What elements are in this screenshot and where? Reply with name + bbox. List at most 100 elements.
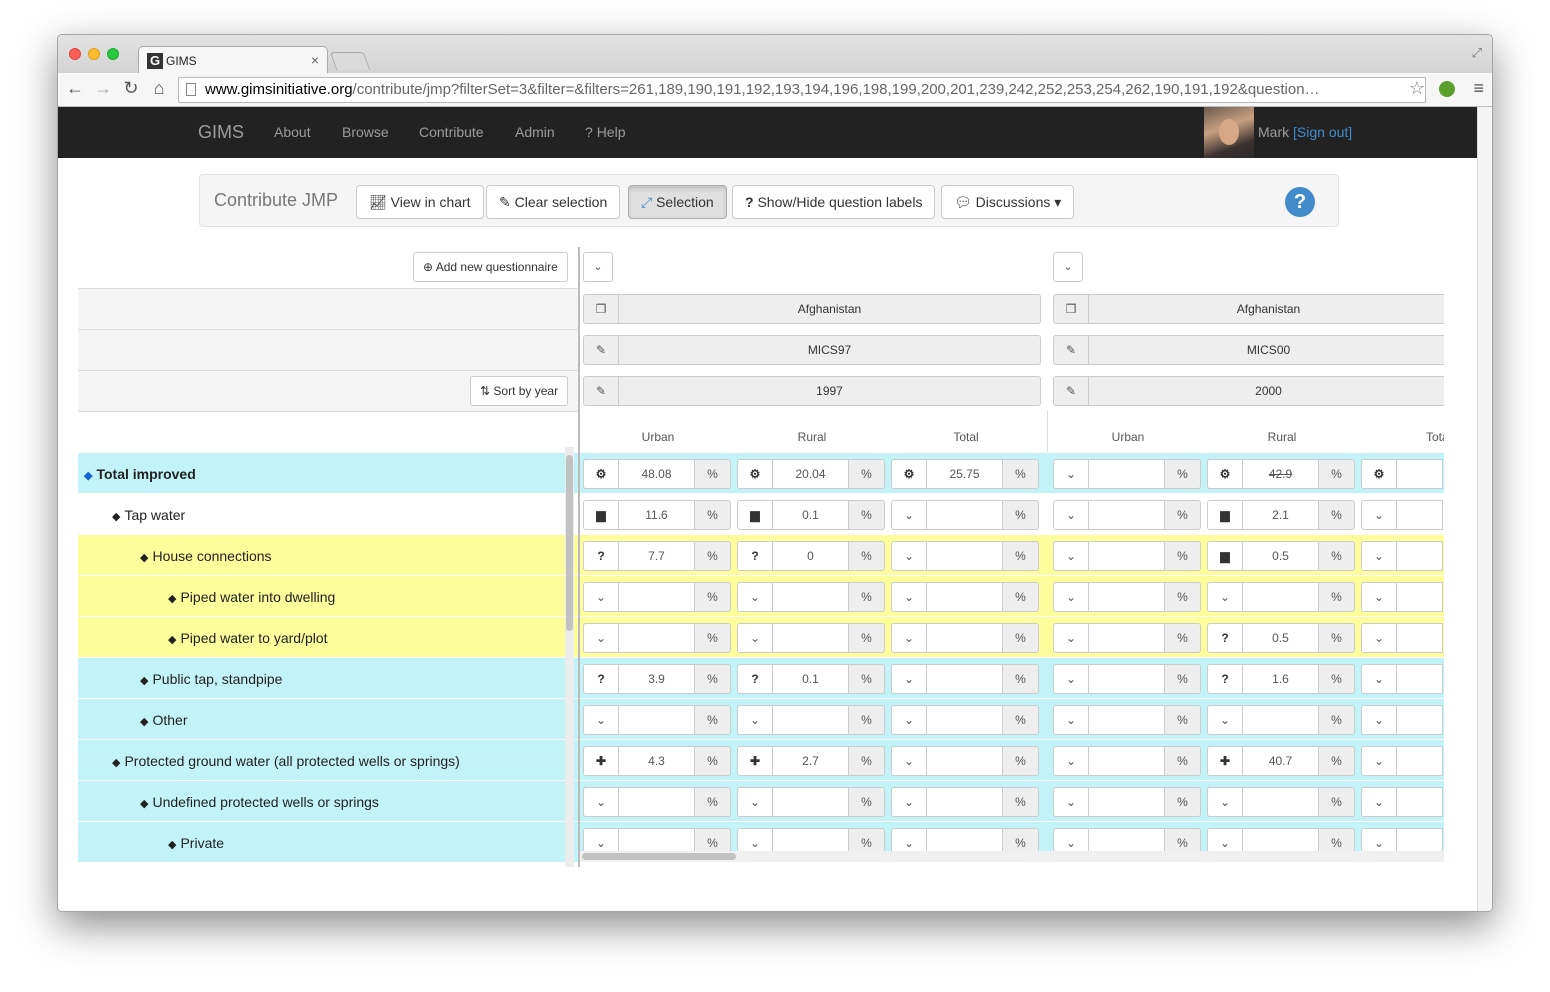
value-input[interactable] xyxy=(1397,459,1443,489)
chevron-down-icon[interactable]: ⌄ xyxy=(1053,500,1089,530)
selection-button[interactable]: ⤢ Selection xyxy=(628,185,727,219)
folder-icon[interactable]: ▆ xyxy=(737,500,773,530)
questionnaire-year-field[interactable]: 1997 xyxy=(619,376,1041,406)
chevron-down-icon[interactable]: ⌄ xyxy=(891,623,927,653)
extension-icon[interactable] xyxy=(1439,81,1455,97)
left-scrollbar[interactable] xyxy=(565,447,574,867)
nav-browse[interactable]: Browse xyxy=(342,124,389,140)
discussions-button[interactable]: 💬︎ Discussions ▾ xyxy=(941,185,1075,219)
edit-icon[interactable]: ✎ xyxy=(583,376,619,406)
question-icon[interactable]: ? xyxy=(583,664,619,694)
forward-icon[interactable]: → xyxy=(92,78,114,99)
chevron-down-icon[interactable]: ⌄ xyxy=(1361,787,1397,817)
chevron-down-icon[interactable]: ⌄ xyxy=(1361,705,1397,735)
edit-icon[interactable]: ✎ xyxy=(1053,376,1089,406)
value-input[interactable] xyxy=(1397,664,1443,694)
back-icon[interactable]: ← xyxy=(64,78,86,99)
folder-icon[interactable]: ▆ xyxy=(1207,500,1243,530)
questionnaire-country-field[interactable]: Afghanistan xyxy=(1089,294,1444,324)
question-label[interactable]: ◆ Piped water into dwelling xyxy=(168,589,335,605)
value-input[interactable] xyxy=(1397,582,1443,612)
tab-close-icon[interactable]: × xyxy=(311,52,319,68)
value-input[interactable] xyxy=(1089,664,1165,694)
folder-icon[interactable]: ▆ xyxy=(583,500,619,530)
gear-icon[interactable]: ⚙ xyxy=(891,459,927,489)
signout-link[interactable]: [Sign out] xyxy=(1293,124,1352,140)
questionnaire-country-field[interactable]: Afghanistan xyxy=(619,294,1041,324)
value-input[interactable]: 0.5 xyxy=(1243,541,1319,571)
value-input[interactable]: 7.7 xyxy=(619,541,695,571)
question-icon[interactable]: ? xyxy=(737,541,773,571)
chevron-down-icon[interactable]: ⌄ xyxy=(1361,623,1397,653)
chevron-down-icon[interactable]: ⌄ xyxy=(891,664,927,694)
copy-icon[interactable]: ❐ xyxy=(583,294,619,324)
chevron-down-icon[interactable]: ⌄ xyxy=(1207,705,1243,735)
address-bar[interactable]: www.gimsinitiative.org/contribute/jmp?fi… xyxy=(178,77,1426,103)
chevron-down-icon[interactable]: ⌄ xyxy=(1053,664,1089,694)
value-input[interactable]: 3.9 xyxy=(619,664,695,694)
plus-icon[interactable]: ✚ xyxy=(583,746,619,776)
value-input[interactable] xyxy=(1089,541,1165,571)
value-input[interactable]: 0 xyxy=(773,541,849,571)
value-input[interactable] xyxy=(1397,746,1443,776)
chevron-down-icon[interactable]: ⌄ xyxy=(1361,582,1397,612)
value-input[interactable] xyxy=(1089,705,1165,735)
bookmark-star-icon[interactable]: ☆ xyxy=(1409,78,1425,99)
value-input[interactable] xyxy=(1397,705,1443,735)
edit-icon[interactable]: ✎ xyxy=(583,335,619,365)
close-window-button[interactable] xyxy=(69,48,81,60)
value-input[interactable] xyxy=(619,705,695,735)
chevron-down-icon[interactable]: ⌄ xyxy=(737,623,773,653)
value-input[interactable] xyxy=(1089,787,1165,817)
value-input[interactable] xyxy=(927,746,1003,776)
question-icon[interactable]: ? xyxy=(1207,664,1243,694)
value-input[interactable] xyxy=(773,705,849,735)
value-input[interactable]: 48.08 xyxy=(619,459,695,489)
question-label[interactable]: ◆ Total improved xyxy=(84,466,196,482)
new-tab-button[interactable] xyxy=(329,52,371,70)
value-input[interactable]: 0.1 xyxy=(773,500,849,530)
value-input[interactable] xyxy=(1397,623,1443,653)
value-input[interactable]: 11.6 xyxy=(619,500,695,530)
left-scrollbar-thumb[interactable] xyxy=(566,455,573,631)
question-label[interactable]: ◆ House connections xyxy=(140,548,272,564)
value-input[interactable] xyxy=(1089,582,1165,612)
chevron-down-icon[interactable]: ⌄ xyxy=(891,500,927,530)
value-input[interactable] xyxy=(619,787,695,817)
questionnaire-year-field[interactable]: 2000 xyxy=(1089,376,1444,406)
clear-selection-button[interactable]: ✎ Clear selection xyxy=(486,185,621,219)
chevron-down-icon[interactable]: ⌄ xyxy=(1053,582,1089,612)
questionnaire-survey-field[interactable]: MICS97 xyxy=(619,335,1041,365)
value-input[interactable]: 20.04 xyxy=(773,459,849,489)
question-label[interactable]: ◆ Other xyxy=(140,712,187,728)
value-input[interactable] xyxy=(1089,459,1165,489)
page-scrollbar[interactable] xyxy=(1477,107,1492,911)
value-input[interactable] xyxy=(927,664,1003,694)
chevron-down-icon[interactable]: ⌄ xyxy=(1361,500,1397,530)
folder-icon[interactable]: ▆ xyxy=(1207,541,1243,571)
value-input[interactable] xyxy=(927,623,1003,653)
fullscreen-icon[interactable]: ⤢ xyxy=(1472,45,1482,61)
question-icon[interactable]: ? xyxy=(583,541,619,571)
chevron-down-icon[interactable]: ⌄ xyxy=(583,705,619,735)
chevron-down-icon[interactable]: ⌄ xyxy=(737,705,773,735)
value-input[interactable] xyxy=(927,500,1003,530)
questionnaire-survey-field[interactable]: MICS00 xyxy=(1089,335,1444,365)
question-label[interactable]: ◆ Private xyxy=(168,835,224,851)
value-input[interactable]: 2.1 xyxy=(1243,500,1319,530)
value-input[interactable] xyxy=(1243,582,1319,612)
chevron-down-icon[interactable]: ⌄ xyxy=(1207,582,1243,612)
value-input[interactable] xyxy=(773,623,849,653)
horizontal-scrollbar-thumb[interactable] xyxy=(582,853,736,860)
value-input[interactable]: 0.1 xyxy=(773,664,849,694)
chevron-down-icon[interactable]: ⌄ xyxy=(583,623,619,653)
value-input[interactable] xyxy=(619,623,695,653)
question-icon[interactable]: ? xyxy=(737,664,773,694)
chevron-down-icon[interactable]: ⌄ xyxy=(1053,705,1089,735)
chevron-down-icon[interactable]: ⌄ xyxy=(737,582,773,612)
edit-icon[interactable]: ✎ xyxy=(1053,335,1089,365)
gear-icon[interactable]: ⚙ xyxy=(737,459,773,489)
sort-by-year-button[interactable]: ⇅ Sort by year xyxy=(470,376,569,406)
nav-admin[interactable]: Admin xyxy=(515,124,555,140)
question-label[interactable]: ◆ Tap water xyxy=(112,507,185,523)
